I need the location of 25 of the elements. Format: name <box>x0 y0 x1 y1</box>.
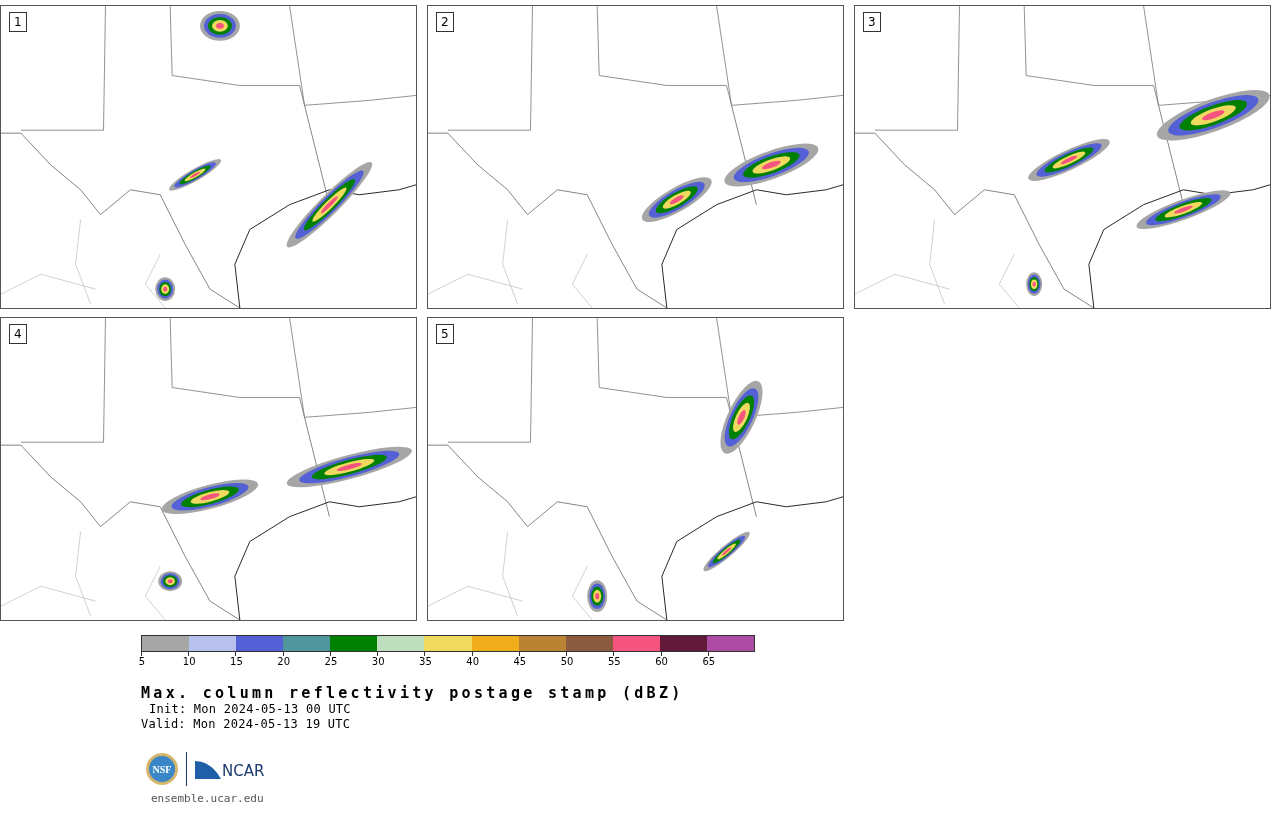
tick-label: 40 <box>466 656 479 668</box>
tick-label: 60 <box>655 656 668 668</box>
tick-label: 15 <box>230 656 243 668</box>
panel-number: 1 <box>9 12 27 32</box>
tick-label: 5 <box>138 656 146 668</box>
init-time: Init: Mon 2024-05-13 00 UTC <box>148 702 352 717</box>
nsf-logo: NSF <box>146 753 178 785</box>
swoosh-icon <box>195 759 221 779</box>
chart-title: Max. column reflectivity postage stamp (dBZ) <box>141 684 685 702</box>
tick-label: 25 <box>324 656 338 668</box>
panel-number: 4 <box>9 324 27 344</box>
site-url: ensemble.ucar.edu <box>151 792 265 805</box>
tick-label: 65 <box>702 656 716 668</box>
tick-label: 50 <box>560 656 574 668</box>
valid-time: Valid: Mon 2024-05-13 19 UTC <box>141 717 352 732</box>
panel-number: 2 <box>436 12 454 32</box>
panel-number: 5 <box>436 324 454 344</box>
tick-label: 45 <box>513 656 527 668</box>
tick-label: 20 <box>277 656 291 668</box>
panel-number: 3 <box>863 12 881 32</box>
tick-label: 30 <box>371 656 385 668</box>
tick-label: 10 <box>182 656 196 668</box>
tick-label: 35 <box>419 656 432 668</box>
logo-text: NCAR <box>222 764 265 779</box>
tick-label: 55 <box>608 656 621 668</box>
